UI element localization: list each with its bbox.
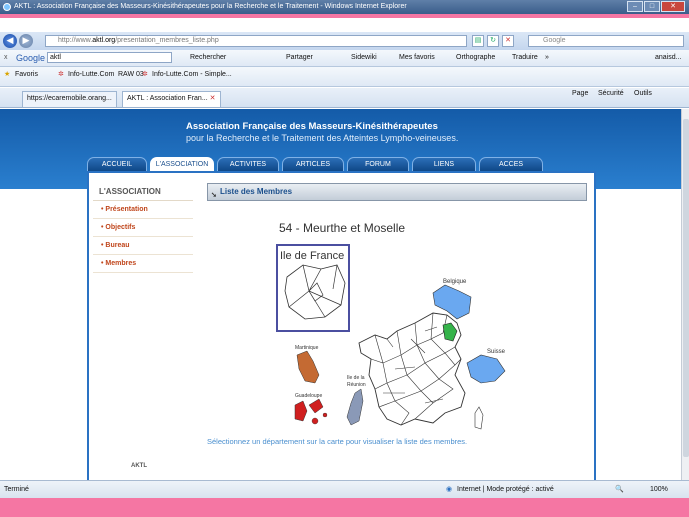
- favorites-star-icon[interactable]: ★: [4, 67, 10, 83]
- site-title: Association Française des Masseurs-Kinés…: [186, 121, 438, 132]
- mes-favoris-button[interactable]: Mes favoris: [399, 50, 435, 66]
- sidebar-footer: AKTL: [131, 463, 147, 469]
- globe-icon: ◉: [446, 486, 453, 493]
- guadeloupe-label: Guadeloupe: [295, 393, 322, 399]
- arrow-icon: ➘: [211, 192, 217, 199]
- content-area: L'ASSOCIATION • Présentation • Objectifs…: [87, 171, 596, 480]
- favorite-link-3[interactable]: Info-Lutte.Com - Simple...: [152, 67, 232, 83]
- close-window-button[interactable]: ✕: [661, 1, 685, 12]
- refresh-icon[interactable]: ↻: [487, 35, 499, 47]
- minimize-button[interactable]: –: [627, 1, 643, 12]
- favorite-link-1[interactable]: Info-Lutte.Com: [68, 67, 114, 83]
- address-actions: ▤ ↻ ✕: [472, 35, 514, 47]
- search-input[interactable]: Google: [528, 35, 684, 47]
- url-input[interactable]: http://www.aktl.org/presentation_membres…: [45, 35, 467, 47]
- zoom-level[interactable]: 100%: [650, 481, 668, 498]
- site-subtitle: pour la Recherche et le Traitement des A…: [186, 133, 459, 143]
- guadeloupe-shape[interactable]: [294, 398, 324, 422]
- window-title: AKTL : Association Française des Masseur…: [14, 3, 407, 10]
- guadeloupe-island[interactable]: [322, 412, 328, 418]
- site-icon: ✲: [58, 71, 64, 78]
- google-search-input[interactable]: aktl: [47, 50, 172, 66]
- sidewiki-button[interactable]: Sidewiki: [351, 50, 377, 66]
- tab-ecaremobile[interactable]: https://ecaremobile.orang...: [22, 91, 117, 107]
- orthographe-button[interactable]: Orthographe: [456, 50, 495, 66]
- partager-button[interactable]: Partager: [286, 50, 313, 66]
- department-title: 54 - Meurthe et Moselle: [279, 221, 406, 235]
- google-logo: Google: [16, 53, 46, 63]
- nav-accueil[interactable]: ACCUEIL: [87, 157, 147, 171]
- compat-view-icon[interactable]: ▤: [472, 35, 484, 47]
- window-titlebar: AKTL : Association Française des Masseur…: [0, 0, 689, 14]
- sidebar-item-objectifs[interactable]: • Objectifs: [93, 219, 193, 237]
- nav-articles[interactable]: ARTICLES: [282, 157, 344, 171]
- account-button[interactable]: anaisd...: [655, 50, 681, 66]
- more-button[interactable]: »: [545, 50, 549, 66]
- zoom-icon[interactable]: 🔍: [615, 481, 624, 498]
- corse-shape[interactable]: [474, 406, 484, 430]
- maximize-button[interactable]: □: [644, 1, 660, 12]
- address-bar: ◀ ▶ http://www.aktl.org/presentation_mem…: [0, 32, 689, 50]
- sidebar: L'ASSOCIATION • Présentation • Objectifs…: [93, 179, 193, 273]
- france-map[interactable]: Ile de France Belgique Suisse Martinique: [275, 243, 535, 433]
- scrollbar-thumb[interactable]: [683, 119, 689, 457]
- martinique-shape[interactable]: [296, 350, 320, 384]
- reunion-shape[interactable]: [346, 388, 364, 426]
- sidebar-item-membres[interactable]: • Membres: [93, 255, 193, 273]
- close-tab-icon[interactable]: ✕: [210, 95, 216, 102]
- idf-label: Ile de France: [280, 250, 344, 262]
- belgique-label: Belgique: [443, 279, 467, 285]
- nav-activites[interactable]: ACTIVITES: [217, 157, 279, 171]
- favorites-label[interactable]: Favoris: [15, 67, 38, 83]
- nav-forum[interactable]: FORUM: [347, 157, 409, 171]
- traduire-button[interactable]: Traduire: [512, 50, 538, 66]
- forward-button[interactable]: ▶: [19, 34, 33, 48]
- martinique-label: Martinique: [295, 345, 319, 351]
- browser-frame: ◀ ▶ http://www.aktl.org/presentation_mem…: [0, 18, 689, 498]
- back-button[interactable]: ◀: [3, 34, 17, 48]
- window-controls: – □ ✕: [627, 1, 685, 12]
- reunion-label-2: Réunion: [347, 382, 366, 388]
- suisse-shape[interactable]: [466, 354, 506, 384]
- sidebar-item-bureau[interactable]: • Bureau: [93, 237, 193, 255]
- site-icon: ✲: [142, 71, 148, 78]
- map-instruction: Sélectionnez un département sur la carte…: [207, 437, 468, 446]
- guadeloupe-island[interactable]: [311, 417, 319, 425]
- favorite-link-2[interactable]: RAW 03: [118, 67, 144, 83]
- page-menu[interactable]: Page: [572, 90, 588, 97]
- nav-liens[interactable]: LIENS: [412, 157, 476, 171]
- reunion-label-1: Ile de la: [347, 375, 365, 381]
- tab-row: https://ecaremobile.orang... AKTL : Asso…: [0, 88, 689, 108]
- web-page: Association Française des Masseurs-Kinés…: [0, 109, 689, 480]
- nav-acces-reserves[interactable]: ACCES RESERVES: [479, 157, 543, 181]
- rechercher-button[interactable]: Rechercher: [190, 50, 226, 66]
- status-bar: Terminé ◉ Internet | Mode protégé : acti…: [0, 480, 689, 498]
- ie-icon: [3, 3, 11, 11]
- sidebar-item-presentation[interactable]: • Présentation: [93, 201, 193, 219]
- security-zone[interactable]: Internet | Mode protégé : activé: [457, 481, 554, 498]
- tab-aktl[interactable]: AKTL : Association Fran... ✕: [122, 91, 221, 107]
- google-toolbar: x Google aktl Rechercher Partager Sidewi…: [0, 50, 689, 67]
- status-text: Terminé: [4, 486, 29, 493]
- panel-heading: ➘ Liste des Membres: [207, 183, 587, 201]
- page-scrollbar[interactable]: [681, 109, 689, 480]
- security-menu[interactable]: Sécurité: [598, 90, 624, 97]
- sidebar-heading: L'ASSOCIATION: [93, 179, 193, 201]
- stop-icon[interactable]: ✕: [502, 35, 514, 47]
- favorites-bar: ★ Favoris ✲ Info-Lutte.Com RAW 03 ✲ Info…: [0, 67, 689, 87]
- nav-association[interactable]: L'ASSOCIATION: [150, 157, 214, 171]
- suisse-label: Suisse: [487, 349, 506, 355]
- tools-menu[interactable]: Outils: [634, 90, 652, 97]
- toolbar-close-icon[interactable]: x: [4, 50, 8, 66]
